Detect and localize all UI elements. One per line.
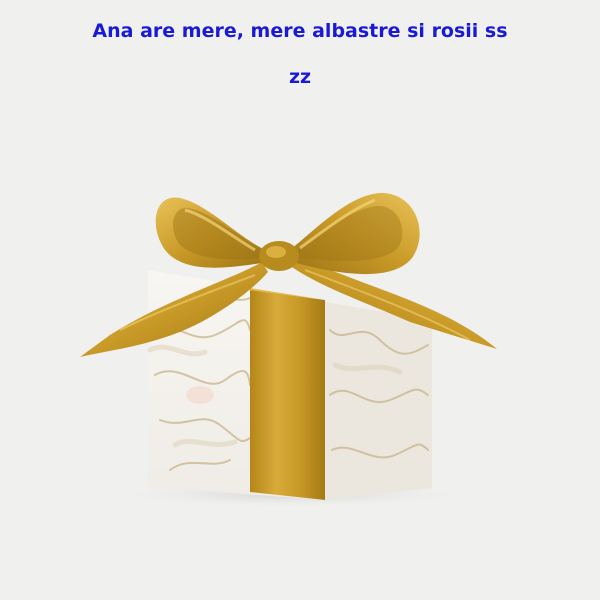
gift-box-image bbox=[80, 192, 497, 508]
box-ribbon-vertical bbox=[250, 288, 325, 500]
